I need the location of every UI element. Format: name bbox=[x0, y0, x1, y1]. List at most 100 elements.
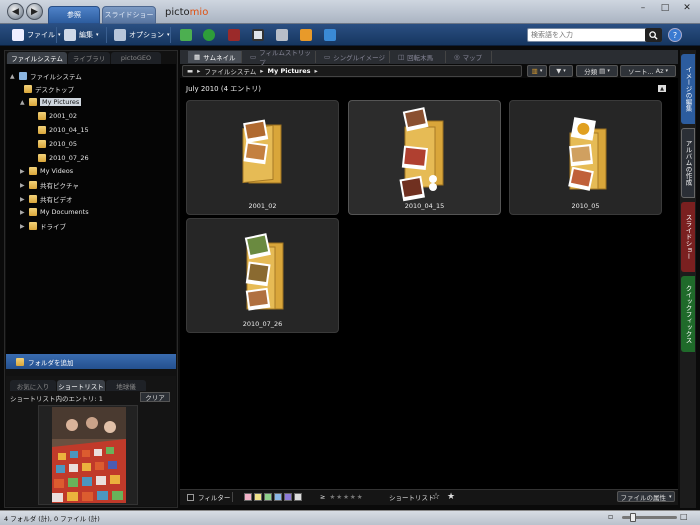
folder-tile[interactable]: 2001_02 bbox=[186, 100, 339, 215]
delete-button[interactable] bbox=[228, 27, 240, 43]
tab-slideshow-side[interactable]: スライドショー bbox=[681, 202, 695, 272]
tree-item-2010-04-15[interactable]: 2010_04_15 bbox=[38, 124, 89, 136]
star-outline-icon[interactable]: ☆ bbox=[432, 492, 440, 502]
maximize-button[interactable]: □ bbox=[654, 0, 676, 15]
tree-item-2001-02[interactable]: 2001_02 bbox=[38, 110, 77, 122]
rating-operator[interactable]: ≥ bbox=[320, 493, 325, 501]
tab-slideshow[interactable]: スライドショー bbox=[102, 6, 156, 24]
tree-item-my-pictures[interactable]: ▲ My Pictures bbox=[20, 96, 82, 108]
tree-item-label: 共有ピクチャ bbox=[40, 182, 79, 190]
collapse-group-button[interactable]: ▲ bbox=[658, 85, 666, 92]
tab-shortlist[interactable]: ショートリスト bbox=[57, 380, 105, 391]
tree-item-2010-07-26[interactable]: 2010_07_26 bbox=[38, 152, 89, 164]
filter-dropdown[interactable]: ▼ ▾ bbox=[549, 65, 573, 77]
computer-icon bbox=[19, 72, 27, 80]
folder-name: 2010_05 bbox=[571, 202, 600, 210]
filter-toggle[interactable]: フィルター bbox=[187, 492, 230, 502]
clear-button[interactable]: クリア bbox=[140, 392, 170, 402]
folder-icon bbox=[24, 85, 32, 93]
options-menu-button[interactable]: オプション ▾ bbox=[114, 27, 170, 43]
tab-pictogeo[interactable]: pictoGEO bbox=[111, 52, 161, 64]
folder-icon bbox=[38, 126, 46, 134]
download-button[interactable] bbox=[324, 27, 336, 43]
share-button[interactable] bbox=[300, 27, 312, 43]
edit-menu-button[interactable]: 編集 ▾ bbox=[64, 27, 99, 43]
minimize-icon: – bbox=[640, 2, 646, 13]
folder-name: 2001_02 bbox=[248, 202, 277, 210]
tab-single-image[interactable]: ▭ シングルイメージ bbox=[318, 51, 390, 63]
tree-item-desktop[interactable]: デスクトップ bbox=[24, 83, 74, 95]
stack-view-button[interactable]: ▥ ▾ bbox=[527, 65, 547, 77]
refresh-button[interactable] bbox=[203, 27, 215, 43]
star-filled-icon[interactable]: ★ bbox=[447, 492, 455, 502]
stack-icon: ▥ bbox=[531, 67, 538, 75]
color-tag-green[interactable] bbox=[264, 493, 272, 501]
print-button[interactable] bbox=[276, 27, 288, 43]
tree-item-my-documents[interactable]: ▶ My Documents bbox=[20, 206, 89, 218]
maximize-icon: □ bbox=[660, 2, 670, 13]
tree-item-label: 2010_05 bbox=[49, 140, 78, 148]
tree-item-drives[interactable]: ▶ ドライブ bbox=[20, 220, 66, 232]
tab-create-album[interactable]: アルバムの作成 bbox=[681, 128, 695, 198]
color-tag-yellow[interactable] bbox=[254, 493, 262, 501]
tree-item-shared-videos[interactable]: ▶ 共有ビデオ bbox=[20, 193, 73, 205]
forward-button[interactable]: ▶ bbox=[26, 3, 43, 20]
back-button[interactable]: ◀ bbox=[7, 3, 24, 20]
tree-item-shared-pictures[interactable]: ▶ 共有ピクチャ bbox=[20, 179, 79, 191]
tree-item-filesystem[interactable]: ▲ ファイルシステム bbox=[10, 70, 82, 82]
shortlist-photo[interactable] bbox=[52, 407, 126, 503]
fullscreen-button[interactable] bbox=[252, 27, 264, 43]
app-logo: pictomio bbox=[165, 7, 209, 18]
folder-tile[interactable]: 2010_04_15 bbox=[348, 100, 501, 215]
folder-tree: ▲ ファイルシステム デスクトップ ▲ My Pictures 2001_02 20… bbox=[6, 64, 176, 354]
zoom-slider-handle[interactable] bbox=[630, 513, 636, 522]
back-arrow-icon: ◀ bbox=[12, 6, 19, 17]
sort-az-icon: Az bbox=[655, 67, 664, 75]
color-tag-blue[interactable] bbox=[274, 493, 282, 501]
search-button[interactable] bbox=[645, 28, 662, 42]
color-tag-pink[interactable] bbox=[244, 493, 252, 501]
breadcrumb-item[interactable]: ファイルシステム bbox=[204, 66, 256, 76]
status-bar bbox=[0, 510, 700, 525]
tab-quick-fix[interactable]: クイックフィックス bbox=[681, 276, 695, 352]
color-label-filter bbox=[244, 492, 302, 502]
tree-item-2010-05[interactable]: 2010_05 bbox=[38, 138, 77, 150]
options-menu-label: オプション bbox=[129, 31, 164, 39]
add-folder-button[interactable]: フォルダを追加 bbox=[6, 354, 176, 369]
tab-thumbnail[interactable]: ▦ サムネイル bbox=[188, 51, 242, 63]
filter-checkbox[interactable] bbox=[187, 493, 194, 501]
close-button[interactable]: ✕ bbox=[676, 0, 698, 15]
breadcrumb-item[interactable]: My Pictures bbox=[268, 67, 311, 75]
tab-label: クイックフィックス bbox=[684, 284, 692, 344]
tab-filesystem[interactable]: ファイルシステム bbox=[7, 52, 67, 64]
thumbnail-icon: ▦ bbox=[194, 53, 201, 61]
rating-stars[interactable]: ★★★★★ bbox=[329, 493, 363, 501]
search-input[interactable] bbox=[527, 28, 662, 42]
file-properties-label: ファイルの属性 bbox=[620, 493, 666, 502]
tab-filmstrip[interactable]: ▭ フィルムストリップ bbox=[244, 49, 316, 67]
folder-tile[interactable]: 2010_07_26 bbox=[186, 218, 339, 333]
folder-icon bbox=[29, 181, 37, 189]
group-header: July 2010 (4 エントリ) bbox=[186, 85, 261, 93]
tab-library[interactable]: ライブラリ bbox=[68, 52, 110, 64]
color-tag-purple[interactable] bbox=[284, 493, 292, 501]
folder-tile[interactable]: 2010_05 bbox=[509, 100, 662, 215]
zoom-in-icon[interactable]: □ bbox=[680, 512, 688, 521]
group-dropdown[interactable]: 分類 ▤ ▾ bbox=[576, 65, 618, 77]
tab-browse[interactable]: 参照 bbox=[48, 6, 100, 24]
toolbar-divider bbox=[56, 27, 57, 43]
sort-dropdown[interactable]: ソート... Az ▾ bbox=[620, 65, 676, 77]
tab-globe[interactable]: 地球儀 bbox=[106, 380, 146, 391]
file-menu-button[interactable]: ファイル ▾ bbox=[12, 27, 61, 43]
color-tag-none[interactable] bbox=[294, 493, 302, 501]
tab-map[interactable]: ◎ マップ bbox=[448, 51, 492, 63]
file-properties-dropdown[interactable]: ファイルの属性 ▾ bbox=[617, 491, 675, 502]
minimize-button[interactable]: – bbox=[632, 0, 654, 15]
tab-carousel[interactable]: ◫ 回転木馬 bbox=[392, 51, 446, 63]
zoom-out-icon[interactable]: ▫ bbox=[608, 512, 613, 521]
help-button[interactable]: ? bbox=[668, 28, 682, 42]
tab-edit-image[interactable]: イメージの編集 bbox=[681, 54, 695, 124]
tab-favorites[interactable]: お気に入り bbox=[10, 380, 56, 391]
import-button[interactable] bbox=[180, 27, 192, 43]
tree-item-my-videos[interactable]: ▶ My Videos bbox=[20, 165, 73, 177]
